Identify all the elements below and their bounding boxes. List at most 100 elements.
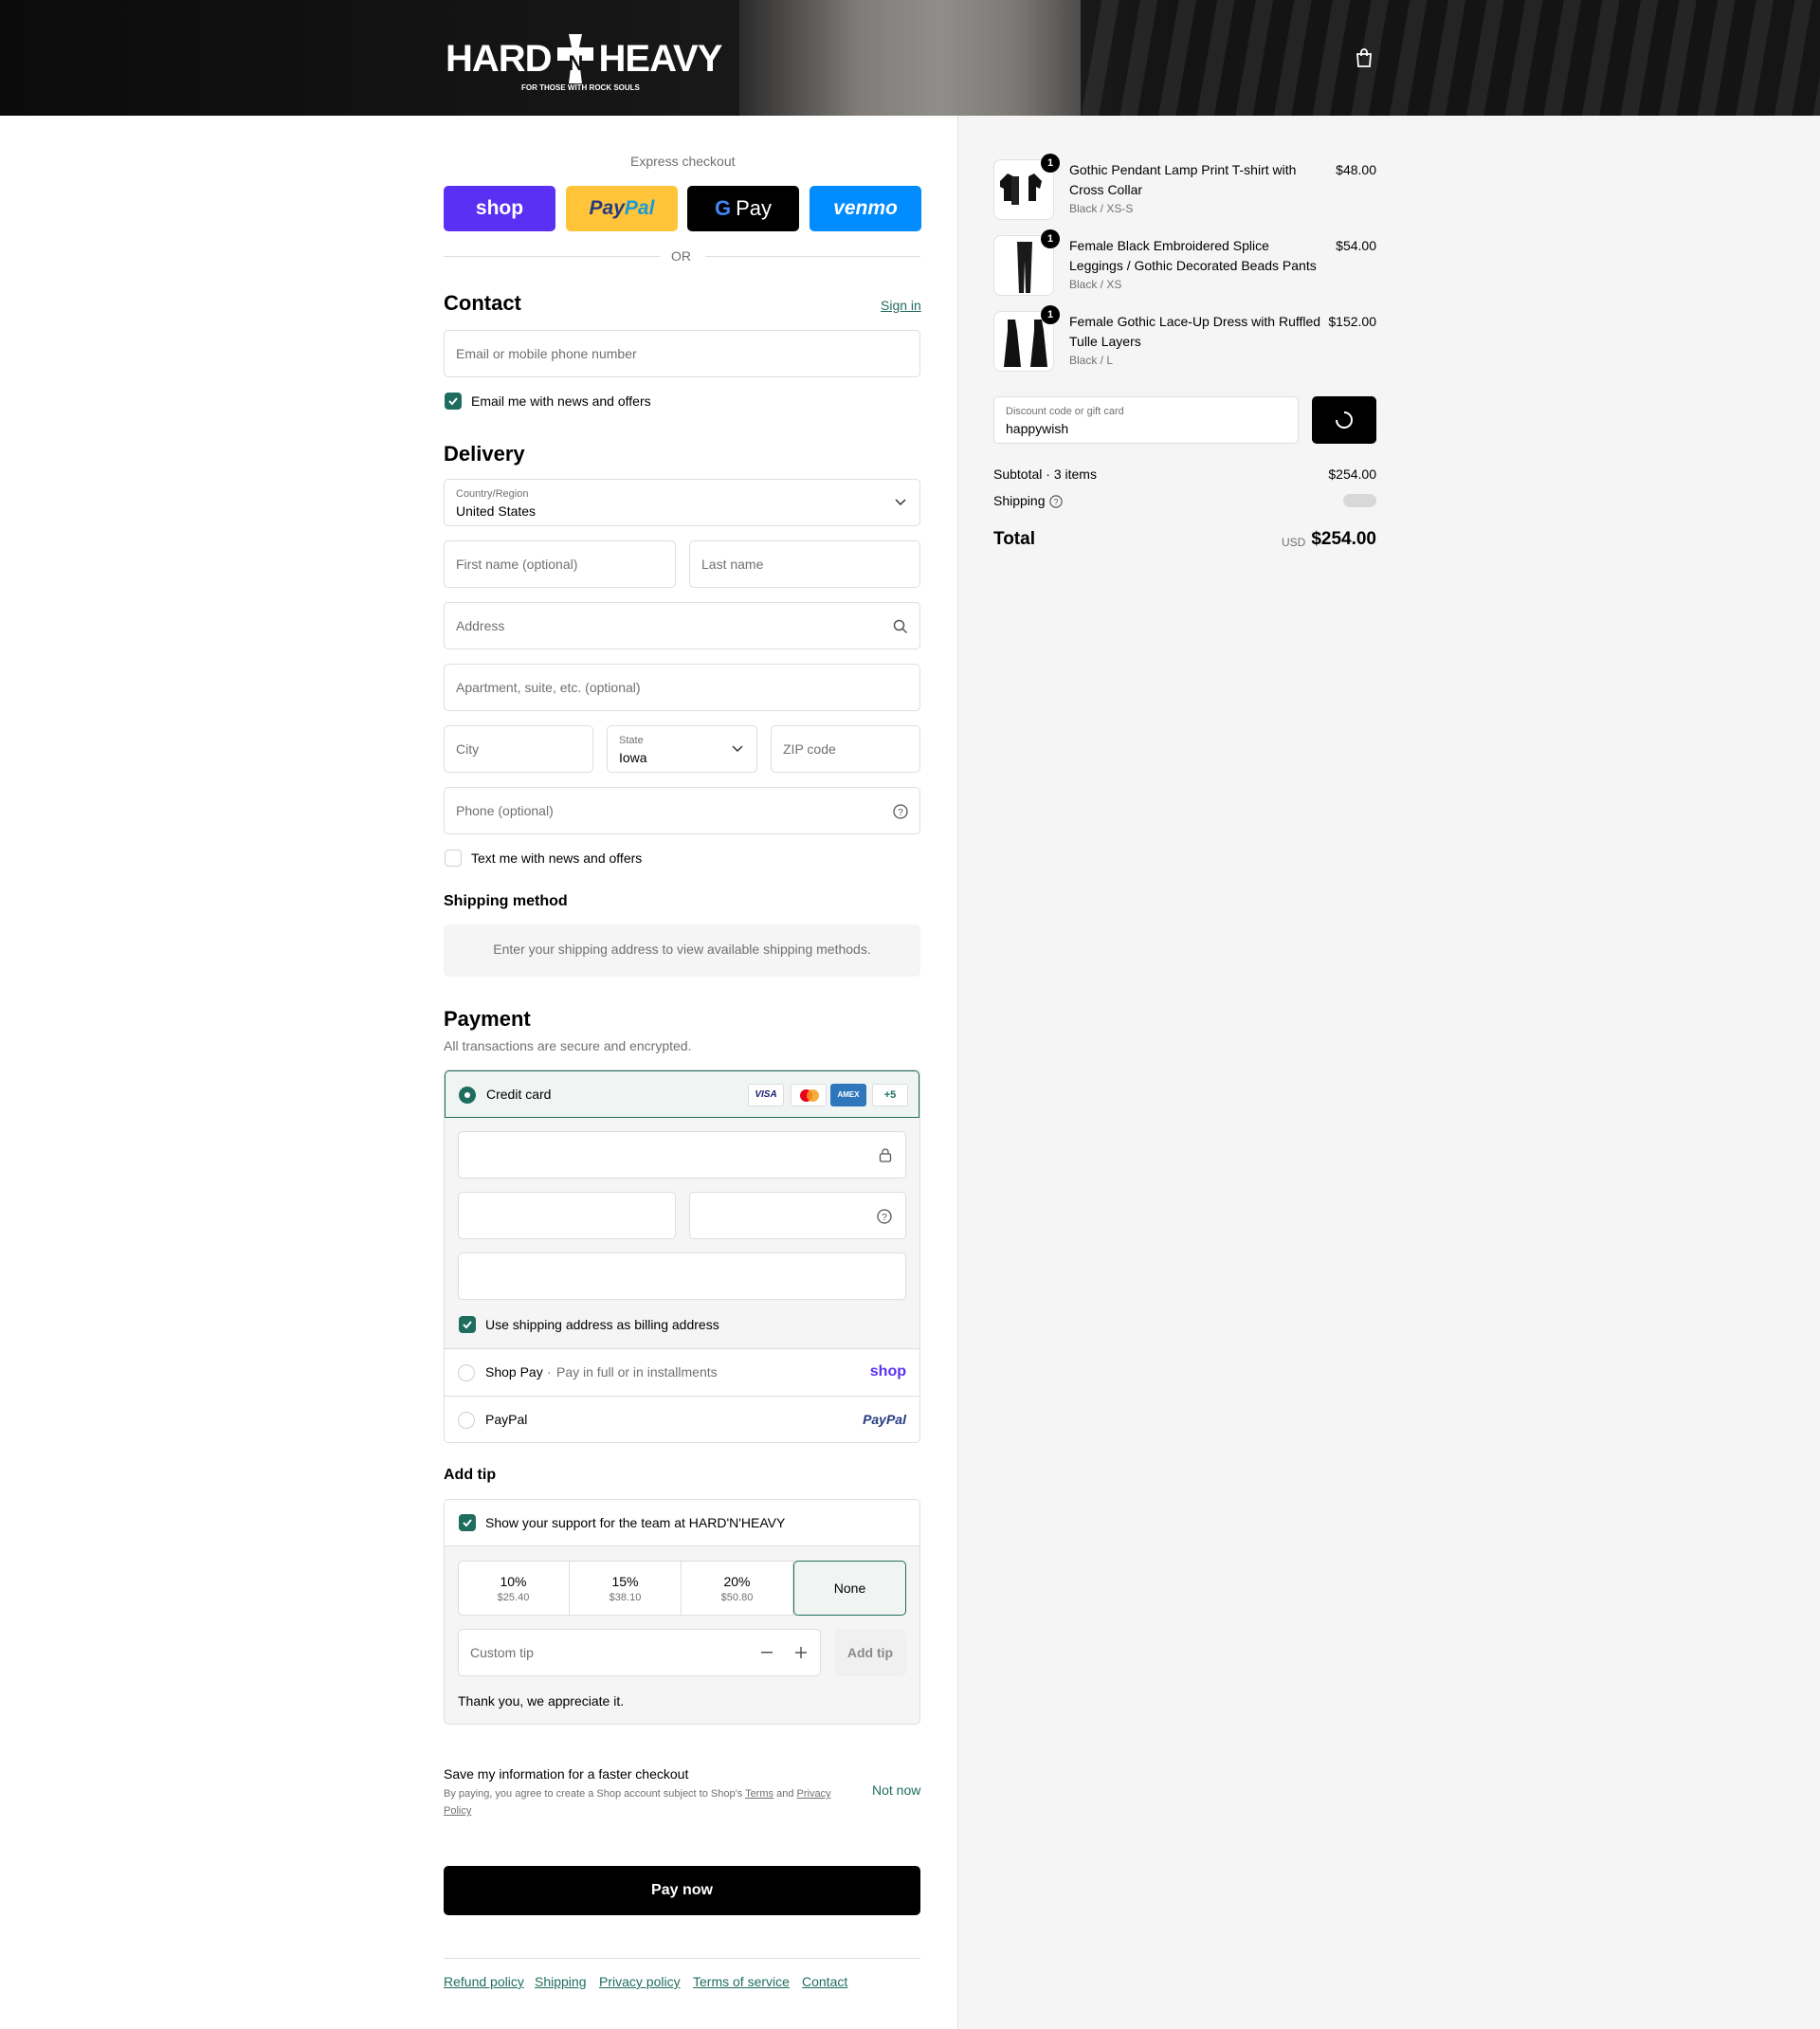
paypal-option[interactable]: PayPal PayPal [445, 1396, 919, 1442]
contact-link[interactable]: Contact [802, 1974, 847, 1989]
shop-terms-link[interactable]: Terms [745, 1788, 774, 1800]
or-divider-left [444, 256, 660, 257]
city-field[interactable]: City [444, 725, 593, 773]
paypal-logo: PayPal [589, 197, 655, 219]
first-name-field[interactable]: First name (optional) [444, 540, 676, 588]
credit-card-option[interactable]: Credit card VISA AMEX +5 [445, 1070, 919, 1118]
name-on-card-field[interactable] [458, 1252, 906, 1300]
contact-heading: Contact [444, 291, 521, 315]
venmo-express-button[interactable]: venmo [810, 186, 921, 231]
paypal-radio[interactable] [458, 1412, 475, 1429]
text-news-checkbox[interactable] [445, 850, 462, 867]
shop-pay-logo: shop [475, 197, 524, 219]
product-variant: Black / XS-S [1069, 202, 1134, 215]
tip-percent: 15% [611, 1574, 639, 1589]
product-title: Female Black Embroidered Splice Leggings… [1069, 238, 1317, 273]
total-label: Total [993, 529, 1035, 549]
help-circle-icon[interactable]: ? [893, 804, 908, 819]
zip-field[interactable]: ZIP code [771, 725, 920, 773]
shop-pay-radio[interactable] [458, 1364, 475, 1381]
apartment-field[interactable]: Apartment, suite, etc. (optional) [444, 664, 920, 711]
terms-of-service-link[interactable]: Terms of service [693, 1974, 790, 1989]
paypal-express-button[interactable]: PayPal [566, 186, 678, 231]
svg-text:?: ? [882, 1213, 887, 1223]
product-price: $54.00 [1336, 238, 1376, 253]
save-info-text: By paying, you agree to create a Shop ac… [444, 1788, 743, 1800]
shop-pay-sublabel: Pay in full or in installments [556, 1364, 718, 1380]
google-pay-express-button[interactable]: G Pay [687, 186, 799, 231]
quantity-badge: 1 [1041, 305, 1060, 324]
shop-pay-express-button[interactable]: shop [444, 186, 555, 231]
not-now-link[interactable]: Not now [872, 1782, 920, 1798]
email-news-checkbox[interactable] [445, 393, 462, 410]
help-circle-icon[interactable]: ? [877, 1209, 892, 1224]
country-select[interactable]: Country/Region United States [444, 479, 920, 526]
pay-now-button[interactable]: Pay now [444, 1866, 920, 1915]
subtotal-label: Subtotal · 3 items [993, 466, 1097, 482]
credit-card-radio[interactable] [459, 1087, 476, 1104]
chevron-down-icon [732, 745, 743, 753]
svg-text:?: ? [898, 808, 903, 818]
tip-option-10[interactable]: 10% $25.40 [458, 1561, 570, 1616]
tip-option-15[interactable]: 15% $38.10 [570, 1561, 682, 1616]
tip-percent: 10% [500, 1574, 527, 1589]
quantity-badge: 1 [1041, 154, 1060, 173]
billing-address-label: Use shipping address as billing address [485, 1317, 719, 1332]
tip-amount: $38.10 [609, 1592, 642, 1603]
custom-tip-field[interactable]: Custom tip [458, 1629, 821, 1676]
card-number-field[interactable] [458, 1131, 906, 1179]
email-field[interactable]: Email or mobile phone number [444, 330, 920, 377]
tip-support-checkbox[interactable] [459, 1514, 476, 1531]
plus-icon[interactable] [795, 1647, 807, 1658]
apartment-placeholder: Apartment, suite, etc. (optional) [456, 680, 641, 695]
tip-amount: $25.40 [497, 1592, 530, 1603]
refund-policy-link[interactable]: Refund policy [444, 1974, 524, 1989]
discount-code-field[interactable]: Discount code or gift card happywish [993, 396, 1299, 444]
add-tip-heading: Add tip [444, 1467, 497, 1483]
venmo-logo: venmo [833, 197, 898, 219]
address-field[interactable]: Address [444, 602, 920, 649]
shipping-method-heading: Shipping method [444, 893, 568, 909]
loading-spinner-icon [1336, 411, 1353, 429]
currency-code: USD [1282, 536, 1306, 549]
shipping-method-info: Enter your shipping address to view avai… [493, 941, 871, 957]
state-value: Iowa [619, 750, 647, 765]
help-circle-icon[interactable]: ? [1049, 495, 1063, 508]
sign-in-link[interactable]: Sign in [881, 298, 921, 313]
add-tip-button[interactable]: Add tip [834, 1629, 906, 1676]
custom-tip-placeholder: Custom tip [470, 1645, 534, 1660]
expiration-date-field[interactable] [458, 1192, 676, 1239]
security-code-field[interactable]: ? [689, 1192, 906, 1239]
privacy-policy-link[interactable]: Privacy policy [599, 1974, 681, 1989]
apply-discount-button[interactable] [1312, 396, 1376, 444]
discount-code-label: Discount code or gift card [1006, 406, 1124, 417]
save-info-description: By paying, you agree to create a Shop ac… [444, 1785, 842, 1819]
tip-option-20[interactable]: 20% $50.80 [682, 1561, 793, 1616]
more-cards-badge[interactable]: +5 [872, 1084, 908, 1106]
minus-icon[interactable] [761, 1652, 773, 1654]
last-name-field[interactable]: Last name [689, 540, 920, 588]
product-price: $152.00 [1328, 314, 1376, 329]
logo-cross-icon: N [555, 32, 595, 85]
state-select[interactable]: State Iowa [607, 725, 757, 773]
product-price: $48.00 [1336, 162, 1376, 177]
phone-field[interactable]: Phone (optional) ? [444, 787, 920, 834]
shipping-method-box: Enter your shipping address to view avai… [444, 924, 920, 977]
cart-bag-icon[interactable] [1354, 47, 1374, 68]
billing-address-checkbox[interactable] [459, 1316, 476, 1333]
store-logo[interactable]: HARD N HEAVY FOR THOSE WITH ROCK SOULS [446, 21, 723, 97]
tip-option-none[interactable]: None [793, 1561, 906, 1616]
shop-pay-option[interactable]: Shop Pay · Pay in full or in installment… [445, 1348, 919, 1396]
product-variant: Black / L [1069, 354, 1114, 367]
first-name-placeholder: First name (optional) [456, 557, 578, 572]
product-variant: Black / XS [1069, 278, 1122, 291]
card-fields-area: ? Use shipping address as billing addres… [445, 1118, 919, 1348]
shipping-label: Shipping [993, 493, 1046, 508]
product-thumbnail: 1 [993, 305, 1060, 372]
shipping-policy-link[interactable]: Shipping [535, 1974, 587, 1989]
state-label: State [619, 735, 644, 746]
search-icon [893, 619, 908, 634]
logo-text-right: HEAVY [598, 37, 723, 80]
address-placeholder: Address [456, 618, 505, 633]
country-value: United States [456, 503, 537, 519]
